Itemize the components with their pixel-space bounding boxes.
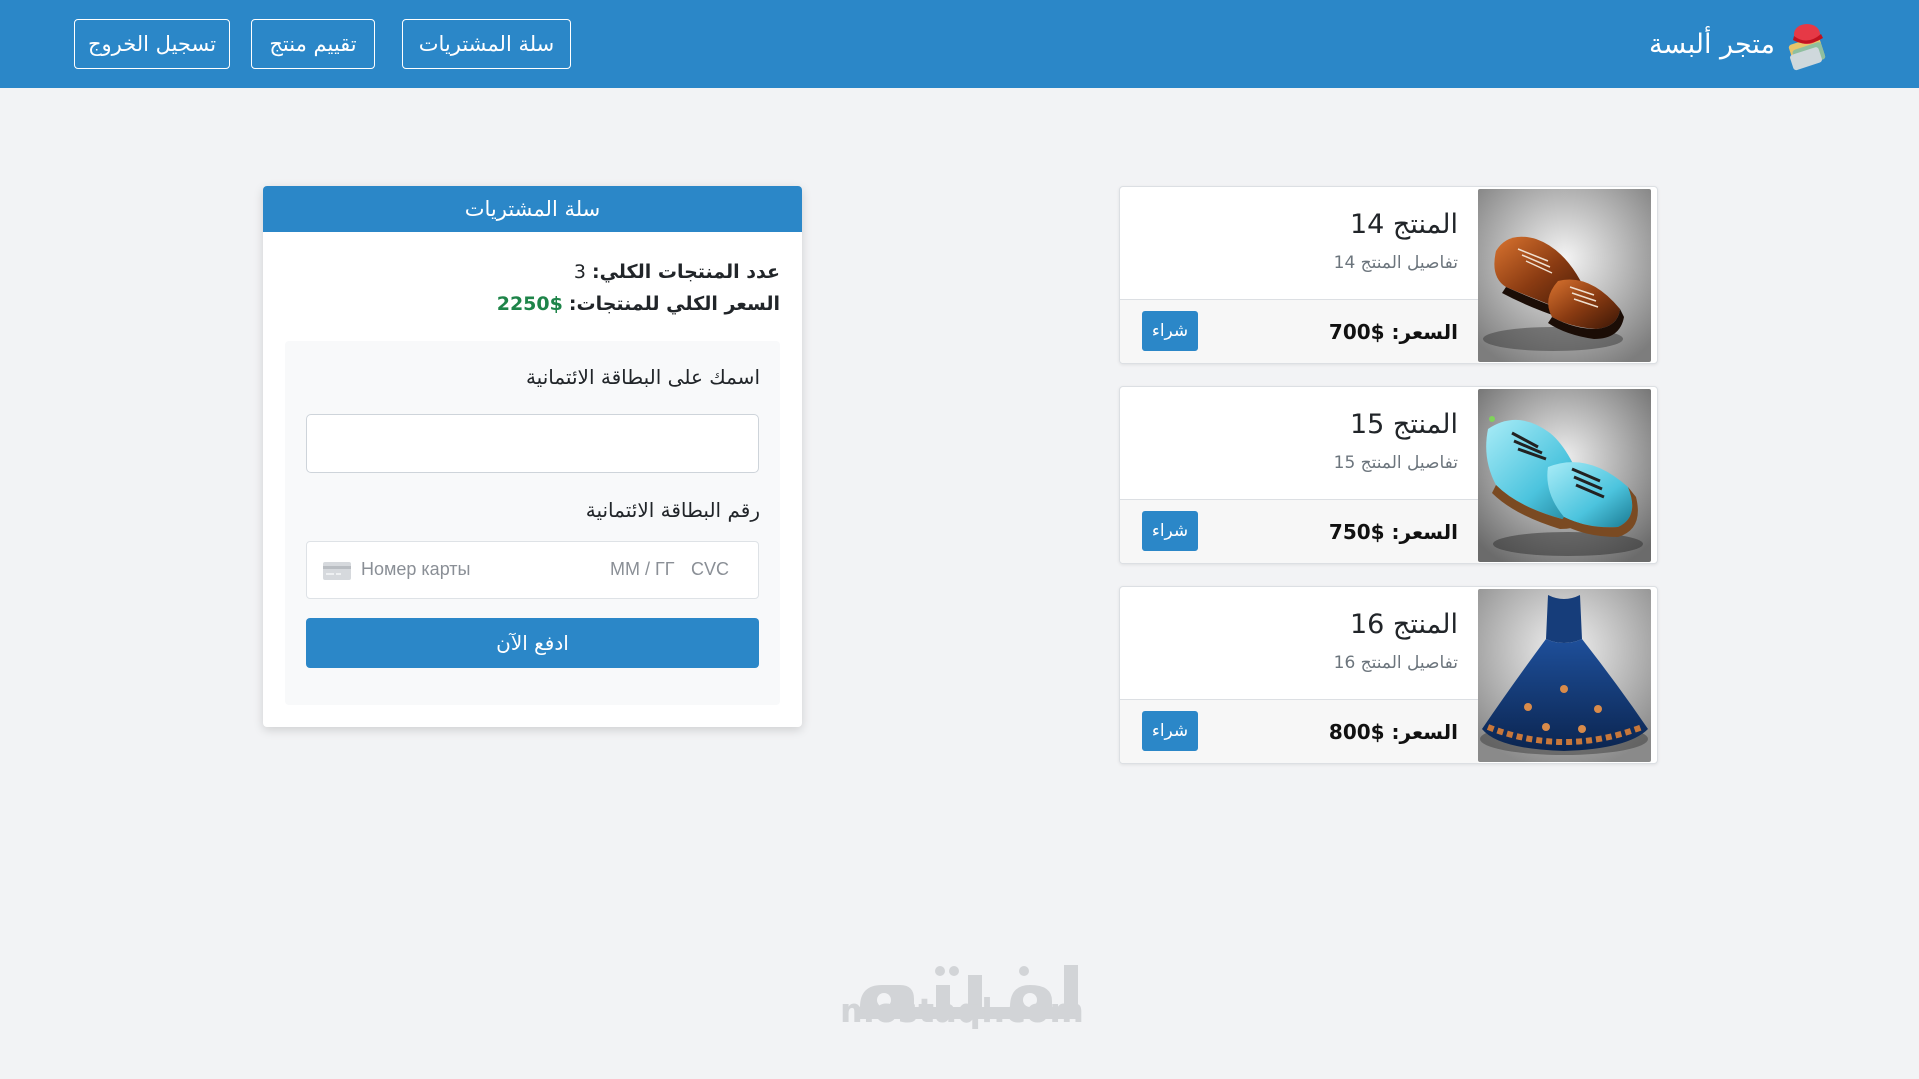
product-image-blue-dress	[1478, 589, 1651, 762]
pay-now-button[interactable]: ادفع الآن	[306, 618, 759, 668]
product-card: المنتج 16 تفاصيل المنتج 16 السعر: $800 ش…	[1119, 586, 1658, 764]
card-number-placeholder: Номер карты	[361, 559, 471, 579]
product-card: المنتج 15 تفاصيل المنتج 15 السعر: $750 ش…	[1119, 386, 1658, 564]
light-blue-shoes-image	[1478, 389, 1651, 562]
product-price: السعر: $700	[1328, 320, 1458, 344]
product-description: تفاصيل المنتج 15	[1333, 453, 1458, 473]
buy-button[interactable]: شراء	[1142, 711, 1198, 751]
product-title: المنتج 15	[1349, 409, 1458, 440]
card-cvc-placeholder: CVC	[691, 559, 730, 579]
shop-logo-icon	[1788, 24, 1826, 71]
mostaql-watermark: mostaql.com	[840, 955, 1085, 1030]
card-number-label: رقم البطاقة الائتمانية	[585, 498, 760, 522]
cardholder-name-label: اسمك على البطاقة الائتمانية	[525, 365, 760, 389]
total-price-label: السعر الكلي للمنتجات:	[568, 293, 780, 315]
buy-button[interactable]: شراء	[1142, 311, 1198, 351]
cart-panel: سلة المشتريات عدد المنتجات الكلي: 3 السع…	[263, 186, 802, 727]
cart-header: سلة المشتريات	[263, 186, 802, 232]
product-card: المنتج 14 تفاصيل المنتج 14 السعر: $700 ش…	[1119, 186, 1658, 364]
product-count-value: 3	[573, 261, 586, 283]
product-footer: السعر: $750 شراء	[1120, 499, 1478, 563]
product-image-blue-shoes	[1478, 389, 1651, 562]
product-description: تفاصيل المنتج 16	[1333, 653, 1458, 673]
product-price: السعر: $750	[1328, 520, 1458, 544]
total-price-value: $2250	[496, 293, 563, 315]
product-count-row: عدد المنتجات الكلي: 3	[497, 256, 780, 288]
total-price-row: السعر الكلي للمنتجات: $2250	[497, 288, 780, 320]
cart-summary: عدد المنتجات الكلي: 3 السعر الكلي للمنتج…	[497, 256, 780, 320]
product-title: المنتج 14	[1349, 209, 1458, 240]
payment-form: اسمك على البطاقة الائتمانية رقم البطاقة …	[285, 341, 780, 705]
product-footer: السعر: $800 شراء	[1120, 699, 1478, 763]
credit-card-icon	[323, 562, 351, 580]
product-body: المنتج 14 تفاصيل المنتج 14	[1120, 187, 1478, 299]
blue-gown-image	[1478, 589, 1651, 762]
product-body: المنتج 16 تفاصيل المنتج 16	[1120, 587, 1478, 699]
cart-nav-button[interactable]: سلة المشتريات	[402, 19, 571, 69]
rate-product-nav-button[interactable]: تقييم منتج	[251, 19, 375, 69]
top-navbar: متجر ألبسة سلة المشتريات تقييم منتج تسجي…	[0, 0, 1919, 88]
buy-button[interactable]: شراء	[1142, 511, 1198, 551]
watermark-text: mostaql.com	[840, 991, 1085, 1030]
card-element-input[interactable]: Номер карты ММ / ГГ CVC	[306, 541, 759, 599]
product-title: المنتج 16	[1349, 609, 1458, 640]
brand[interactable]: متجر ألبسة	[1649, 16, 1831, 72]
card-expiry-placeholder: ММ / ГГ	[610, 559, 675, 579]
product-price: السعر: $800	[1328, 720, 1458, 744]
logout-nav-button[interactable]: تسجيل الخروج	[74, 19, 230, 69]
brown-shoes-image	[1478, 189, 1651, 362]
brand-name: متجر ألبسة	[1649, 28, 1775, 60]
product-image-brown-shoes	[1478, 189, 1651, 362]
product-footer: السعر: $700 شراء	[1120, 299, 1478, 363]
product-count-label: عدد المنتجات الكلي:	[591, 261, 780, 283]
cardholder-name-input[interactable]	[306, 414, 759, 473]
product-body: المنتج 15 تفاصيل المنتج 15	[1120, 387, 1478, 499]
product-description: تفاصيل المنتج 14	[1333, 253, 1458, 273]
